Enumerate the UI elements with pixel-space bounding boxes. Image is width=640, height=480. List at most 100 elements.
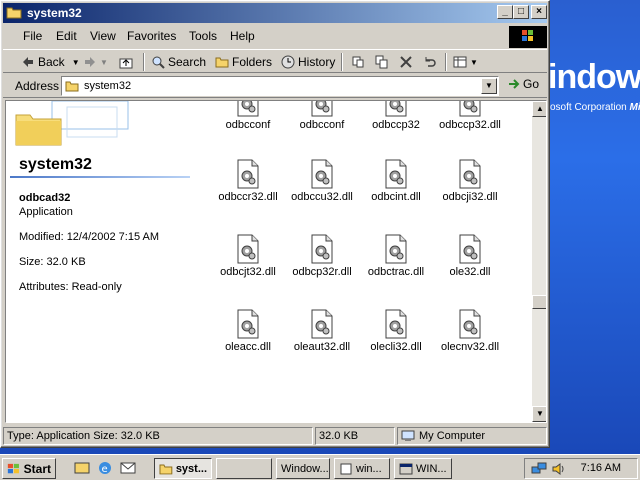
explorer-window: system32 _ □ × File Edit View Favorites … (0, 0, 550, 448)
toolbar-separator (143, 53, 145, 71)
search-label: Search (168, 55, 207, 69)
corp-text-main: osoft Corporation (550, 102, 627, 113)
chevron-down-icon[interactable]: ▼ (72, 58, 80, 67)
network-icon[interactable] (531, 461, 547, 477)
go-button[interactable]: Go (507, 77, 539, 91)
task-win-upper[interactable]: WIN... (394, 458, 452, 479)
status-zone: My Computer (397, 427, 547, 445)
file-gear-icon (237, 309, 259, 339)
file-name: olecnv32.dll (440, 341, 500, 353)
scroll-thumb[interactable] (532, 295, 546, 309)
clock[interactable]: 7:16 AM (581, 462, 621, 474)
task-system32[interactable]: syst... (154, 458, 212, 479)
delete-button[interactable] (399, 53, 413, 71)
file-item[interactable]: odbcint.dll (358, 159, 434, 203)
file-item[interactable]: odbcconf (210, 101, 286, 131)
move-to-button[interactable] (351, 53, 365, 71)
up-folder-icon (119, 58, 133, 69)
scroll-up-button[interactable]: ▲ (532, 101, 546, 117)
go-label: Go (523, 77, 540, 91)
address-value: system32 (84, 80, 132, 92)
back-button[interactable]: Back ▼ (21, 53, 80, 71)
show-desktop-icon[interactable] (74, 460, 90, 476)
file-name: olecli32.dll (370, 341, 422, 353)
file-item[interactable]: odbccu32.dll (284, 159, 360, 203)
title-bar[interactable]: system32 _ □ × (3, 3, 547, 23)
views-button[interactable]: ▼ (453, 53, 478, 71)
file-item[interactable]: odbccp32.dll (432, 101, 508, 131)
file-item[interactable]: oleacc.dll (210, 309, 286, 353)
address-input[interactable]: system32 ▼ (61, 76, 499, 96)
undo-button[interactable] (423, 53, 437, 71)
file-item[interactable]: odbcji32.dll (432, 159, 508, 203)
file-name: odbcp32r.dll (292, 266, 352, 278)
forward-arrow-icon (85, 57, 95, 67)
file-item[interactable]: oleaut32.dll (284, 309, 360, 353)
file-item[interactable]: odbctrac.dll (358, 234, 434, 278)
move-to-icon (352, 56, 364, 68)
menu-file[interactable]: File (23, 29, 42, 43)
internet-explorer-icon[interactable]: e (97, 460, 113, 476)
file-item[interactable]: odbccr32.dll (210, 159, 286, 203)
toolbar-separator (445, 53, 447, 71)
address-label: Address (15, 79, 60, 93)
file-name: ole32.dll (449, 266, 491, 278)
volume-icon[interactable] (551, 461, 567, 477)
file-item[interactable]: odbccp32 (358, 101, 434, 131)
copy-to-button[interactable] (375, 53, 389, 71)
selected-modified: Modified: 12/4/2002 7:15 AM (19, 231, 160, 243)
menu-favorites[interactable]: Favorites (127, 29, 176, 43)
search-button[interactable]: Search (151, 53, 206, 71)
outlook-express-icon[interactable] (120, 460, 136, 476)
status-type-size: Type: Application Size: 32.0 KB (3, 427, 313, 445)
scroll-down-button[interactable]: ▼ (532, 406, 546, 422)
file-item[interactable]: odbcjt32.dll (210, 234, 286, 278)
file-gear-icon (311, 101, 333, 117)
task-label: syst... (175, 462, 207, 475)
copy-to-icon (375, 55, 388, 69)
menu-help[interactable]: Help (230, 29, 255, 43)
menu-tools[interactable]: Tools (189, 29, 217, 43)
task-blank[interactable] (216, 458, 272, 479)
menu-edit[interactable]: Edit (56, 29, 77, 43)
program-icon (399, 463, 413, 474)
go-arrow-icon (509, 79, 520, 89)
task-label: Window... (281, 462, 329, 475)
toolbar: Back ▼ ▼ Search Folders History ▼ (3, 49, 547, 73)
file-gear-icon (459, 234, 481, 264)
file-item[interactable]: olecli32.dll (358, 309, 434, 353)
task-windows[interactable]: Window... (276, 458, 330, 479)
minimize-button[interactable]: _ (497, 5, 513, 19)
document-icon (340, 463, 352, 474)
file-item[interactable]: odbcconf (284, 101, 360, 131)
menu-view[interactable]: View (90, 29, 116, 43)
history-button[interactable]: History (281, 53, 335, 71)
toolbar-separator (341, 53, 343, 71)
file-gear-icon (311, 159, 333, 189)
file-name: odbcconf (299, 119, 345, 131)
selected-size: Size: 32.0 KB (19, 256, 86, 268)
folders-button[interactable]: Folders (215, 53, 272, 71)
file-gear-icon (237, 234, 259, 264)
close-button[interactable]: × (531, 5, 547, 19)
file-item[interactable]: olecnv32.dll (432, 309, 508, 353)
start-button[interactable]: Start (2, 458, 56, 479)
vertical-scrollbar[interactable]: ▲ ▼ (532, 101, 546, 422)
file-gear-icon (237, 159, 259, 189)
file-gear-icon (311, 234, 333, 264)
chevron-down-icon[interactable]: ▼ (470, 58, 478, 67)
forward-button[interactable]: ▼ (83, 53, 108, 71)
task-win[interactable]: win... (334, 458, 390, 479)
file-item[interactable]: odbcp32r.dll (284, 234, 360, 278)
address-dropdown-button[interactable]: ▼ (481, 78, 497, 94)
windows-logo-icon (509, 26, 547, 48)
windows-flag-icon (522, 30, 533, 41)
delete-icon (400, 56, 412, 68)
folders-icon (215, 57, 229, 68)
maximize-button[interactable]: □ (513, 5, 529, 19)
chevron-down-icon[interactable]: ▼ (100, 58, 108, 67)
up-folder-button[interactable] (119, 53, 133, 71)
file-item[interactable]: ole32.dll (432, 234, 508, 278)
folder-icon (65, 81, 79, 92)
file-gear-icon (385, 234, 407, 264)
